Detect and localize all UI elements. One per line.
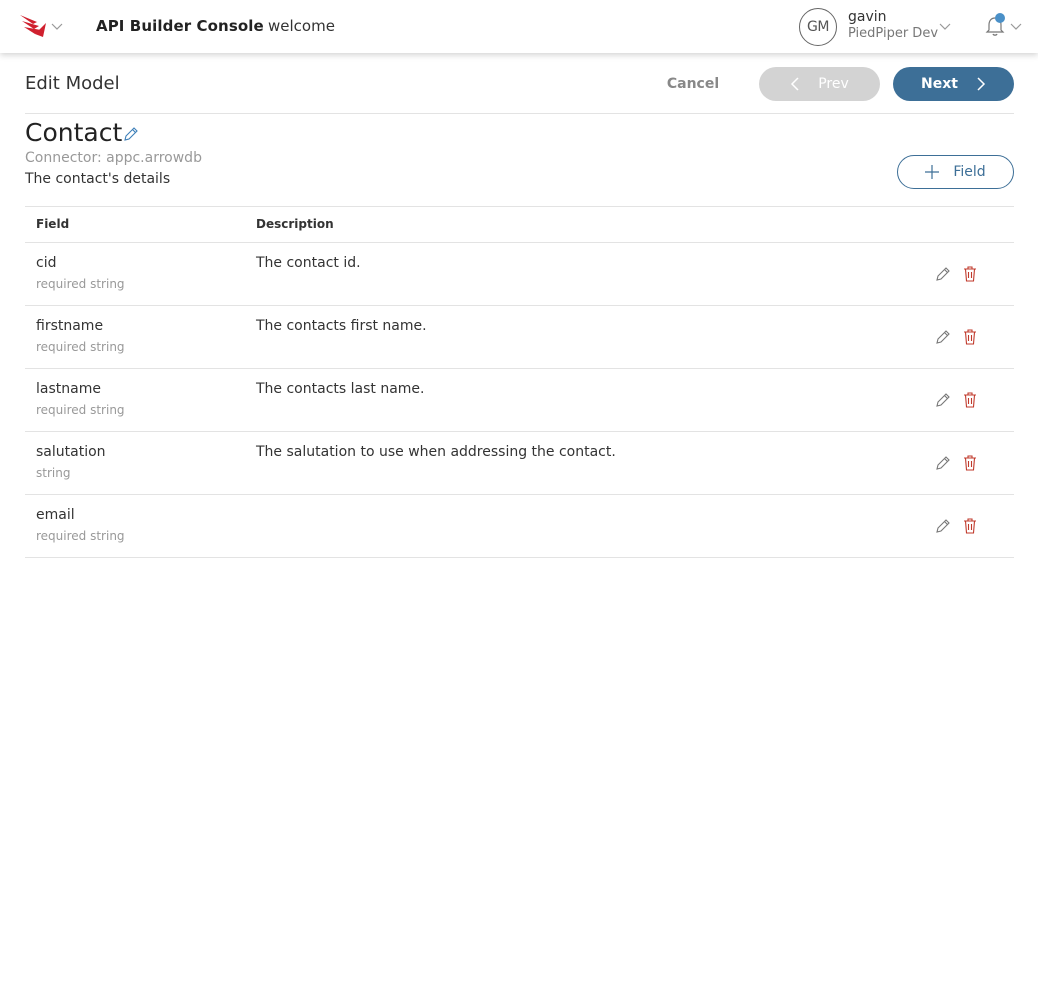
pencil-icon[interactable]	[935, 329, 951, 345]
field-description: The contacts first name.	[256, 318, 427, 334]
cancel-button[interactable]: Cancel	[663, 67, 723, 101]
notification-badge	[995, 13, 1005, 23]
table-row: email required string	[25, 495, 1014, 558]
table-header: Field Description	[25, 206, 1014, 243]
chevron-down-icon[interactable]	[939, 20, 951, 32]
trash-icon[interactable]	[963, 392, 977, 408]
field-name: lastname	[36, 381, 101, 397]
add-field-button[interactable]: Field	[897, 155, 1014, 189]
table-row: lastname required string The contacts la…	[25, 369, 1014, 432]
table-row: firstname required string The contacts f…	[25, 306, 1014, 369]
app-title: API Builder Console	[96, 17, 264, 35]
trash-icon[interactable]	[963, 329, 977, 345]
page-title: Edit Model	[25, 73, 120, 94]
chevron-left-icon	[791, 77, 799, 91]
field-name: email	[36, 507, 75, 523]
next-button[interactable]: Next	[893, 67, 1014, 101]
trash-icon[interactable]	[963, 518, 977, 534]
trash-icon[interactable]	[963, 266, 977, 282]
field-type: required string	[36, 529, 125, 543]
field-type: required string	[36, 340, 125, 354]
trash-icon[interactable]	[963, 455, 977, 471]
chevron-down-icon[interactable]	[1010, 20, 1022, 32]
field-type: required string	[36, 403, 125, 417]
column-header-description: Description	[256, 217, 334, 231]
nav-item-welcome[interactable]: welcome	[268, 17, 335, 35]
pencil-icon[interactable]	[935, 455, 951, 471]
field-description: The contact id.	[256, 255, 361, 271]
column-header-field: Field	[36, 217, 70, 231]
prev-button-label: Prev	[818, 76, 849, 92]
prev-button[interactable]: Prev	[759, 67, 880, 101]
avatar[interactable]: GM	[799, 8, 837, 46]
model-connector: Connector: appc.arrowdb	[25, 150, 202, 166]
field-type: string	[36, 466, 71, 480]
chevron-right-icon	[977, 77, 986, 91]
user-org: PiedPiper Dev	[848, 26, 939, 41]
chevron-down-icon[interactable]	[51, 20, 63, 32]
field-name: salutation	[36, 444, 106, 460]
model-description: The contact's details	[25, 171, 171, 187]
table-row: salutation string The salutation to use …	[25, 432, 1014, 495]
fields-table: Field Description cid required string Th…	[25, 206, 1014, 558]
pencil-icon[interactable]	[935, 518, 951, 534]
next-button-label: Next	[921, 76, 958, 92]
field-description: The contacts last name.	[256, 381, 425, 397]
user-name: gavin	[848, 9, 887, 25]
table-row: cid required string The contact id.	[25, 243, 1014, 306]
pencil-icon[interactable]	[122, 127, 138, 143]
pencil-icon[interactable]	[935, 266, 951, 282]
model-name: Contact	[25, 118, 123, 147]
field-name: firstname	[36, 318, 104, 334]
pencil-icon[interactable]	[935, 392, 951, 408]
field-description: The salutation to use when addressing th…	[256, 444, 616, 460]
top-navigation-bar: API Builder Console welcome GM gavin Pie…	[0, 0, 1038, 53]
divider	[25, 113, 1014, 114]
axway-logo-icon[interactable]	[19, 13, 49, 39]
plus-icon	[925, 165, 940, 179]
field-type: required string	[36, 277, 125, 291]
field-name: cid	[36, 255, 57, 271]
add-field-label: Field	[953, 164, 986, 180]
